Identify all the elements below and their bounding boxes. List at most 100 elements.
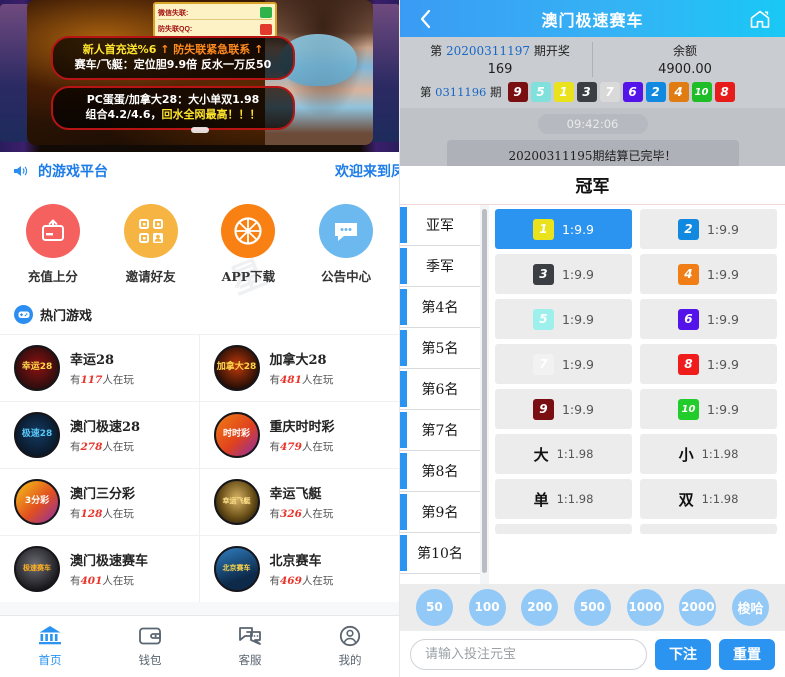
carousel-slide-prev[interactable] — [0, 4, 30, 142]
bet-option-6[interactable]: 6 1:9.9 — [640, 299, 777, 339]
bet-option-2[interactable]: 2 1:9.9 — [640, 209, 777, 249]
hot-games-grid: 幸运28 幸运28 有117人在玩 加拿大28 加拿大28 有481人在玩 极速… — [0, 334, 399, 602]
speaker-icon — [12, 164, 30, 178]
bet-option-9[interactable]: 9 1:9.9 — [495, 389, 632, 429]
game-list-item[interactable]: 时时彩 重庆时时彩 有479人在玩 — [199, 401, 399, 468]
bet-option-3[interactable]: 3 1:9.9 — [495, 254, 632, 294]
contact-box: 微信失联: 防失联QQ: — [153, 2, 277, 38]
game-list-item[interactable]: 3分彩 澳门三分彩 有128人在玩 — [0, 468, 200, 535]
gamepad-icon — [14, 305, 33, 324]
chip-200[interactable]: 200 — [521, 588, 559, 626]
game-players: 有128人在玩 — [70, 506, 135, 521]
bet-option-small[interactable]: 小 1:1.98 — [640, 434, 777, 474]
notice-marquee[interactable]: 的游戏平台 欢迎来到凤 — [0, 152, 399, 190]
chat-panel[interactable]: 09:42:06 20200311195期结算已完毕！ — [400, 108, 785, 171]
result-ball: 8 — [714, 82, 735, 102]
bet-ball: 4 — [677, 263, 699, 285]
bet-option-odd[interactable]: 单 1:1.98 — [495, 479, 632, 519]
chip-50[interactable]: 50 — [415, 588, 453, 626]
quick-nav-item-announcement[interactable]: 公告中心 — [304, 204, 388, 285]
game-name: 重庆时时彩 — [269, 420, 335, 435]
betting-area: 冠军 亚军 季军 第4名 第5名 第6名 第7名 第8名 第9名 第10名 1 — [400, 166, 785, 584]
quick-nav-item-deposit[interactable]: 充值上分 — [11, 204, 95, 285]
game-list-item[interactable]: 加拿大28 加拿大28 有481人在玩 — [199, 334, 399, 401]
promo-bonus-text: 新人首充送%6 — [82, 43, 157, 56]
balance-column: 余额 4900.00 — [592, 42, 777, 77]
chip-allin[interactable]: 梭哈 — [732, 588, 770, 626]
carousel-slide-next[interactable] — [370, 4, 399, 142]
game-list-item[interactable]: 极速赛车 澳门极速赛车 有401人在玩 — [0, 535, 200, 602]
result-ball: 3 — [576, 82, 597, 102]
position-item-7[interactable]: 第7名 — [400, 410, 480, 451]
position-item-8[interactable]: 第8名 — [400, 451, 480, 492]
balance-label: 余额 — [672, 44, 697, 58]
result-ball: 7 — [599, 82, 620, 102]
position-list-scrollbar[interactable] — [480, 205, 489, 584]
contact-row-wechat: 微信失联: — [158, 6, 272, 20]
bet-option-partial[interactable] — [640, 524, 777, 534]
game-list-item[interactable]: 北京赛车 北京赛车 有469人在玩 — [199, 535, 399, 602]
chip-1000[interactable]: 1000 — [626, 588, 664, 626]
tab-profile[interactable]: 我的 — [300, 616, 399, 677]
home-icon[interactable] — [747, 6, 773, 32]
chip-100[interactable]: 100 — [468, 588, 506, 626]
position-item-3[interactable]: 季军 — [400, 246, 480, 287]
bet-option-1[interactable]: 1 1:9.9 — [495, 209, 632, 249]
promo-line-2: 赛车/飞艇：定位胆9.9倍 反水一万反50 — [74, 57, 272, 71]
position-label: 第7名 — [421, 423, 459, 439]
tab-label: 客服 — [238, 653, 262, 667]
bet-odds: 1:1.98 — [701, 447, 739, 461]
quick-nav-item-app-download[interactable]: APP下载 — [206, 204, 290, 285]
submit-bet-button[interactable]: 下注 — [655, 638, 711, 670]
bet-option-10[interactable]: 10 1:9.9 — [640, 389, 777, 429]
carousel-indicator[interactable] — [191, 127, 209, 133]
quick-nav-item-invite[interactable]: 邀请好友 — [109, 204, 193, 285]
draw-issue-line: 第 20200311197 期开奖 — [408, 42, 592, 59]
tab-wallet[interactable]: 钱包 — [100, 616, 200, 677]
bet-option-8[interactable]: 8 1:9.9 — [640, 344, 777, 384]
position-item-5[interactable]: 第5名 — [400, 328, 480, 369]
position-item-9[interactable]: 第9名 — [400, 492, 480, 533]
position-item-4[interactable]: 第4名 — [400, 287, 480, 328]
bet-option-big[interactable]: 大 1:1.98 — [495, 434, 632, 474]
players-count: 326 — [280, 508, 302, 520]
position-label: 第10名 — [417, 546, 463, 562]
position-item-6[interactable]: 第6名 — [400, 369, 480, 410]
chip-2000[interactable]: 2000 — [679, 588, 717, 626]
bet-amount-input[interactable] — [410, 638, 647, 670]
bottom-tabbar: 首页 钱包 客服 我的 — [0, 615, 399, 677]
chip-500[interactable]: 500 — [573, 588, 611, 626]
bet-odds: 1:9.9 — [706, 356, 740, 372]
bet-option-partial[interactable] — [495, 524, 632, 534]
tab-support[interactable]: 客服 — [200, 616, 300, 677]
players-prefix: 有 — [70, 374, 81, 386]
chevron-left-icon[interactable] — [412, 6, 438, 32]
game-list-item[interactable]: 幸运飞艇 幸运飞艇 有326人在玩 — [199, 468, 399, 535]
position-item-2[interactable]: 亚军 — [400, 205, 480, 246]
promo-carousel[interactable]: 微信失联: 防失联QQ: 新人首充送%6 ↑ 防失联紧急联系 ↑ 赛车/飞艇：定… — [0, 0, 399, 152]
draw-issue-number: 20200311197 — [446, 44, 530, 58]
bet-option-5[interactable]: 5 1:9.9 — [495, 299, 632, 339]
result-ball: 6 — [622, 82, 643, 102]
notice-text-right: 欢迎来到凤 — [335, 164, 399, 180]
bet-option-4[interactable]: 4 1:9.9 — [640, 254, 777, 294]
reset-bet-button[interactable]: 重置 — [719, 638, 775, 670]
position-item-10[interactable]: 第10名 — [400, 533, 480, 574]
bet-option-even[interactable]: 双 1:1.98 — [640, 479, 777, 519]
game-list-item[interactable]: 极速28 澳门极速28 有278人在玩 — [0, 401, 200, 468]
tab-home[interactable]: 首页 — [0, 616, 100, 677]
game-name: 幸运飞艇 — [269, 487, 322, 502]
game-name: 澳门极速赛车 — [70, 554, 149, 569]
game-list-item[interactable]: 幸运28 幸运28 有117人在玩 — [0, 334, 200, 401]
bet-option-7[interactable]: 7 1:9.9 — [495, 344, 632, 384]
position-label: 第4名 — [421, 300, 459, 316]
announcement-chat-icon — [319, 204, 374, 258]
last-draw-label: 第 0311196 期 — [420, 84, 502, 100]
bet-ball: 9 — [532, 398, 554, 420]
players-count: 117 — [80, 374, 103, 386]
position-label: 第8名 — [421, 464, 459, 480]
game-thumbnail: 时时彩 — [213, 412, 260, 458]
draw-info-bar: 第 20200311197 期开奖 169 余额 4900.00 第 03111… — [400, 37, 785, 108]
carousel-slide-active[interactable]: 微信失联: 防失联QQ: 新人首充送%6 ↑ 防失联紧急联系 ↑ 赛车/飞艇：定… — [27, 0, 373, 145]
bet-word: 大 — [533, 445, 549, 464]
